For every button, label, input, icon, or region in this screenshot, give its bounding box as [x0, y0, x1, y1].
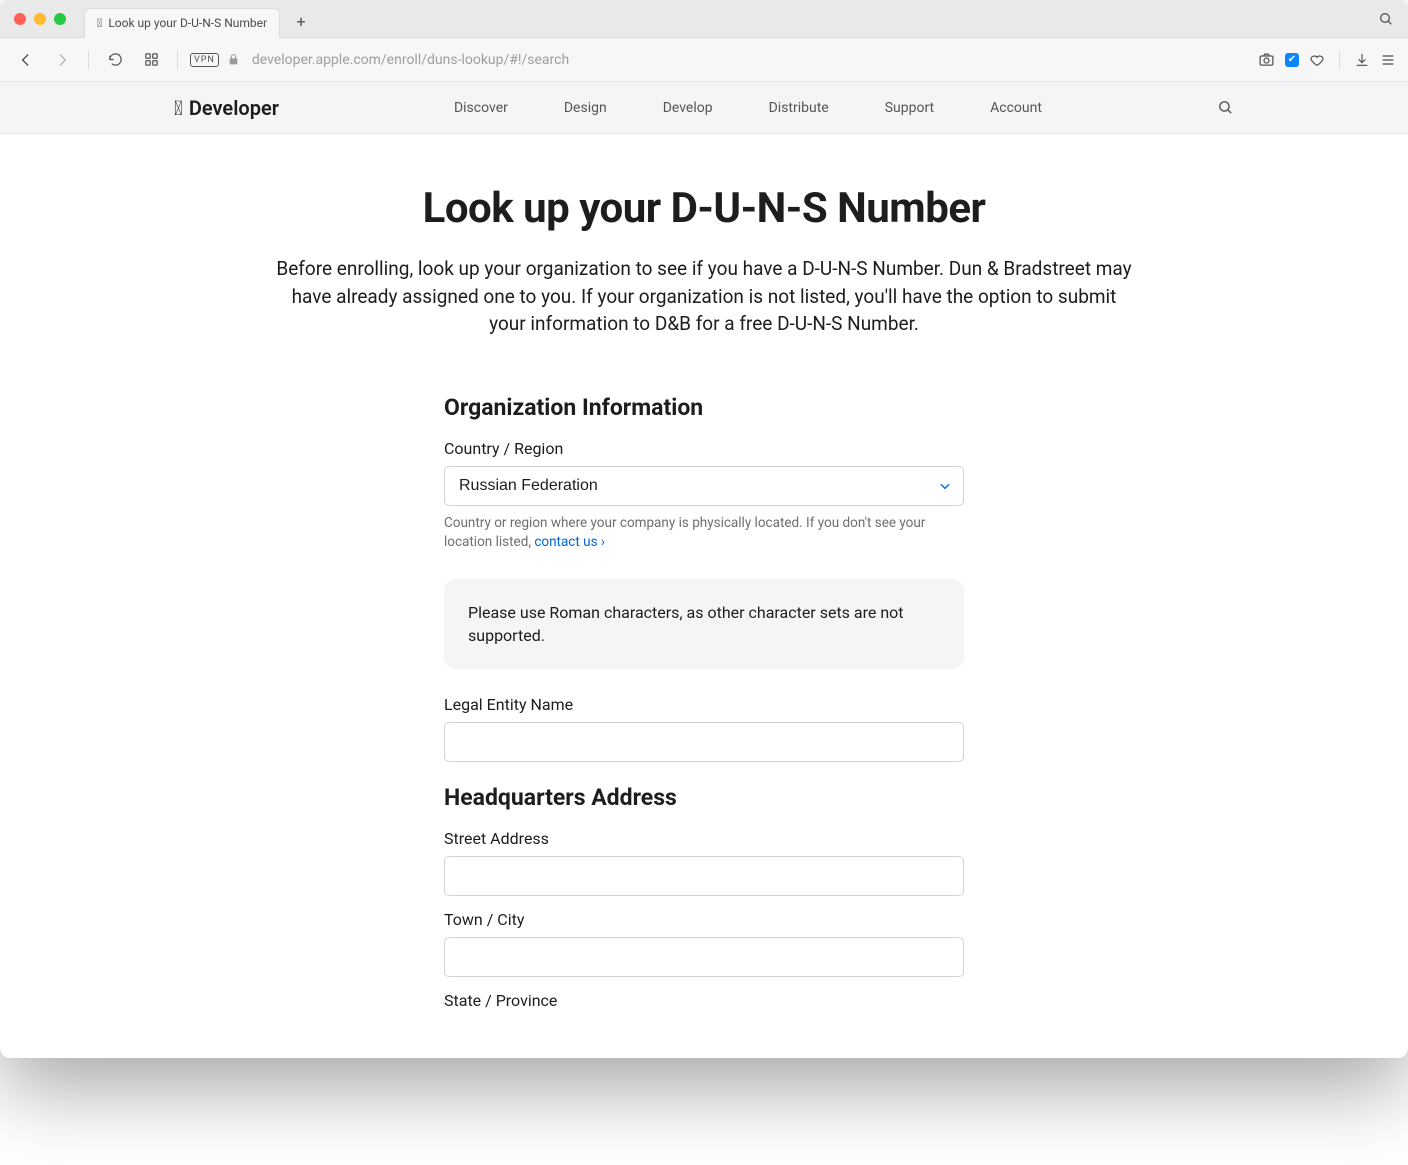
section-org-heading: Organization Information — [444, 394, 964, 421]
country-label: Country / Region — [444, 439, 964, 458]
browser-toolbar: VPN developer.apple.com/enroll/duns-look… — [0, 38, 1408, 82]
apple-logo-icon:  — [174, 98, 183, 118]
browser-tab-title: Look up your D-U-N-S Number — [108, 16, 267, 30]
reload-button[interactable] — [101, 46, 129, 74]
brand-label: Developer — [189, 96, 279, 120]
brand[interactable]:  Developer — [174, 96, 279, 120]
window-controls — [14, 13, 66, 25]
toolbar-separator — [1339, 50, 1340, 70]
main-content: Look up your D-U-N-S Number Before enrol… — [0, 134, 1408, 1058]
duns-form: Organization Information Country / Regio… — [444, 394, 964, 1019]
shield-badge-icon[interactable]: ✔ — [1285, 53, 1299, 67]
close-window-button[interactable] — [14, 13, 26, 25]
contact-us-link[interactable]: contact us › — [534, 534, 605, 550]
country-hint-text: Country or region where your company is … — [444, 515, 925, 551]
apple-favicon-icon:  — [97, 16, 102, 30]
field-street: Street Address — [444, 829, 964, 896]
section-address-heading: Headquarters Address — [444, 784, 964, 811]
nav-discover[interactable]: Discover — [454, 100, 508, 116]
browser-tabbar:  Look up your D-U-N-S Number + — [0, 0, 1408, 38]
field-country: Country / Region Russian Federation Coun… — [444, 439, 964, 553]
field-legal-name: Legal Entity Name — [444, 695, 964, 762]
back-button[interactable] — [12, 46, 40, 74]
legal-name-input[interactable] — [444, 722, 964, 762]
nav-distribute[interactable]: Distribute — [769, 100, 829, 116]
nav-account[interactable]: Account — [990, 100, 1042, 116]
nav-develop[interactable]: Develop — [663, 100, 713, 116]
page-intro: Before enrolling, look up your organizat… — [274, 255, 1134, 338]
field-state: State / Province — [444, 991, 964, 1010]
browser-tab-active[interactable]:  Look up your D-U-N-S Number — [84, 8, 280, 38]
street-label: Street Address — [444, 829, 964, 848]
nav-design[interactable]: Design — [564, 100, 607, 116]
state-label: State / Province — [444, 991, 964, 1010]
toolbar-right: ✔ — [1258, 50, 1396, 70]
camera-icon[interactable] — [1258, 51, 1275, 68]
street-input[interactable] — [444, 856, 964, 896]
vpn-badge-icon[interactable]: VPN — [190, 53, 219, 67]
apps-grid-icon[interactable] — [137, 46, 165, 74]
page-title: Look up your D-U-N-S Number — [423, 184, 986, 233]
legal-name-label: Legal Entity Name — [444, 695, 964, 714]
nav-support[interactable]: Support — [885, 100, 934, 116]
toolbar-separator — [177, 50, 178, 70]
minimize-window-button[interactable] — [34, 13, 46, 25]
charset-notice: Please use Roman characters, as other ch… — [444, 579, 964, 669]
address-bar[interactable]: developer.apple.com/enroll/duns-lookup/#… — [248, 52, 1250, 68]
lock-icon — [227, 53, 240, 66]
town-label: Town / City — [444, 910, 964, 929]
forward-button[interactable] — [48, 46, 76, 74]
download-icon[interactable] — [1354, 52, 1370, 68]
town-input[interactable] — [444, 937, 964, 977]
maximize-window-button[interactable] — [54, 13, 66, 25]
site-search-icon[interactable] — [1217, 99, 1234, 116]
country-select[interactable]: Russian Federation — [444, 466, 964, 506]
heart-icon[interactable] — [1309, 52, 1325, 68]
menu-icon[interactable] — [1380, 52, 1396, 68]
new-tab-button[interactable]: + — [286, 7, 316, 37]
tabbar-search-icon[interactable] — [1378, 11, 1394, 27]
primary-nav: Discover Design Develop Distribute Suppo… — [454, 100, 1042, 116]
field-town: Town / City — [444, 910, 964, 977]
country-hint: Country or region where your company is … — [444, 514, 964, 553]
site-header:  Developer Discover Design Develop Dist… — [0, 82, 1408, 134]
toolbar-separator — [88, 50, 89, 70]
